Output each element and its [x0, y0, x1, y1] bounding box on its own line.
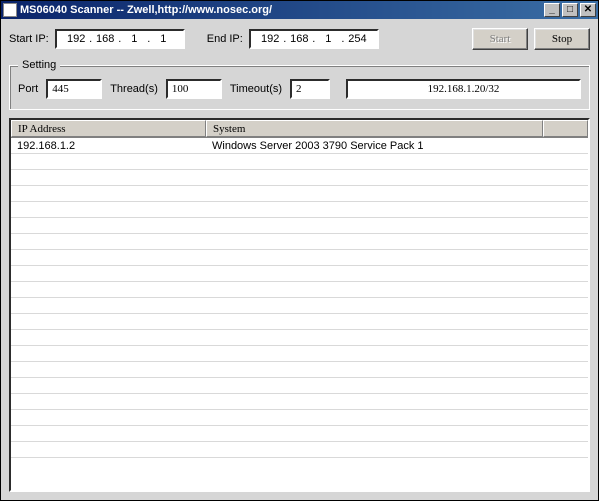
- table-row: [11, 234, 588, 250]
- table-row: [11, 282, 588, 298]
- table-row: [11, 394, 588, 410]
- table-row: [11, 378, 588, 394]
- window-title: MS06040 Scanner -- Zwell,http://www.nose…: [20, 4, 542, 16]
- timeout-input[interactable]: [290, 79, 330, 99]
- cell-ip: 192.168.1.2: [11, 140, 206, 152]
- table-row[interactable]: 192.168.1.2Windows Server 2003 3790 Serv…: [11, 138, 588, 154]
- thread-label: Thread(s): [110, 83, 158, 95]
- port-label: Port: [18, 83, 38, 95]
- stop-button[interactable]: Stop: [534, 28, 590, 50]
- client-area: Start IP: 192. 168. 1. 1 End IP: 192. 16…: [1, 19, 598, 500]
- col-header-ip[interactable]: IP Address: [11, 120, 206, 137]
- thread-input[interactable]: [166, 79, 222, 99]
- maximize-button[interactable]: □: [562, 3, 578, 17]
- titlebar[interactable]: MS06040 Scanner -- Zwell,http://www.nose…: [1, 1, 598, 19]
- table-row: [11, 426, 588, 442]
- table-row: [11, 218, 588, 234]
- table-row: [11, 154, 588, 170]
- ip-row: Start IP: 192. 168. 1. 1 End IP: 192. 16…: [9, 25, 590, 53]
- setting-legend: Setting: [18, 59, 60, 71]
- status-text: 192.168.1.20/32: [428, 83, 500, 95]
- table-row: [11, 202, 588, 218]
- table-row: [11, 314, 588, 330]
- table-row: [11, 266, 588, 282]
- table-row: [11, 410, 588, 426]
- minimize-button[interactable]: _: [544, 3, 560, 17]
- start-button[interactable]: Start: [472, 28, 528, 50]
- list-body[interactable]: 192.168.1.2Windows Server 2003 3790 Serv…: [11, 138, 588, 490]
- end-ip-label: End IP:: [207, 33, 243, 45]
- setting-group: Setting Port Thread(s) Timeout(s) 192.16…: [9, 59, 590, 110]
- list-header: IP Address System: [11, 120, 588, 138]
- col-header-spacer[interactable]: [543, 120, 588, 137]
- table-row: [11, 250, 588, 266]
- status-display: 192.168.1.20/32: [346, 79, 581, 99]
- table-row: [11, 442, 588, 458]
- close-button[interactable]: ✕: [580, 3, 596, 17]
- timeout-input-field[interactable]: [296, 83, 324, 95]
- table-row: [11, 186, 588, 202]
- port-input-field[interactable]: [52, 83, 96, 95]
- table-row: [11, 346, 588, 362]
- end-ip-input[interactable]: 192. 168. 1. 254: [249, 29, 379, 49]
- thread-input-field[interactable]: [172, 83, 216, 95]
- app-icon: [3, 3, 17, 17]
- col-header-system[interactable]: System: [206, 120, 543, 137]
- table-row: [11, 170, 588, 186]
- timeout-label: Timeout(s): [230, 83, 282, 95]
- port-input[interactable]: [46, 79, 102, 99]
- app-window: MS06040 Scanner -- Zwell,http://www.nose…: [0, 0, 599, 501]
- table-row: [11, 362, 588, 378]
- start-ip-label: Start IP:: [9, 33, 49, 45]
- start-ip-input[interactable]: 192. 168. 1. 1: [55, 29, 185, 49]
- results-list: IP Address System 192.168.1.2Windows Ser…: [9, 118, 590, 492]
- table-row: [11, 330, 588, 346]
- table-row: [11, 298, 588, 314]
- cell-system: Windows Server 2003 3790 Service Pack 1: [206, 140, 543, 152]
